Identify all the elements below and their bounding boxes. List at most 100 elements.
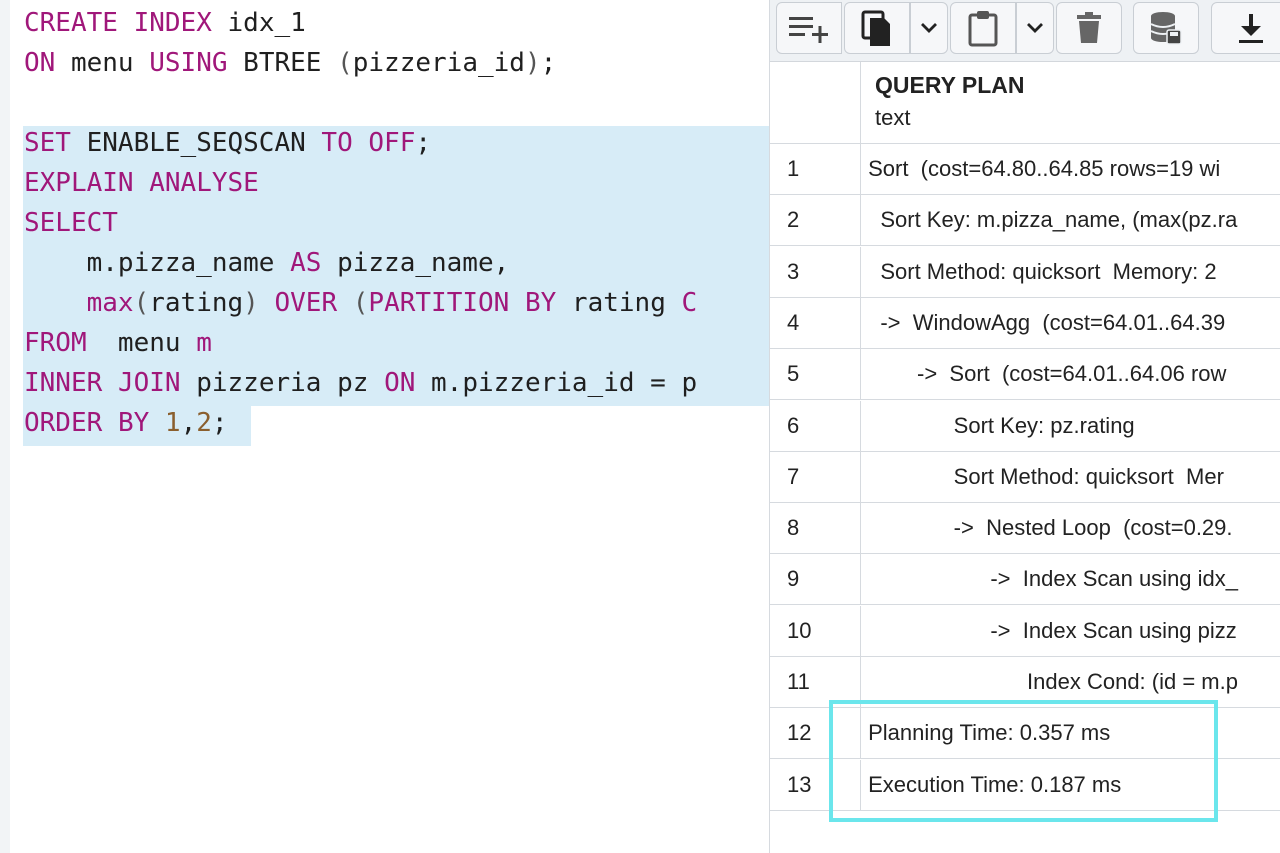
- paste-dropdown-button[interactable]: [1016, 2, 1054, 54]
- results-toolbar: [770, 0, 1280, 62]
- results-panel: QUERY PLAN text 1 Sort (cost=64.80..64.8…: [769, 0, 1280, 853]
- table-row[interactable]: 1 Sort (cost=64.80..64.85 rows=19 wi: [770, 144, 1280, 195]
- sql-token: ): [524, 48, 541, 78]
- row-number[interactable]: 4: [770, 297, 861, 348]
- row-number[interactable]: 9: [770, 554, 861, 605]
- sql-token: (: [352, 288, 369, 318]
- sql-number: 2: [196, 408, 212, 438]
- sql-keyword: max: [86, 288, 134, 318]
- row-number[interactable]: 8: [770, 503, 861, 554]
- sql-token: idx_1: [211, 8, 306, 38]
- query-plan-cell[interactable]: Sort Key: m.pizza_name, (max(pz.ra: [862, 195, 1280, 245]
- query-plan-cell[interactable]: Planning Time: 0.357 ms: [862, 708, 1280, 758]
- column-title[interactable]: QUERY PLAN: [875, 72, 1025, 99]
- row-number[interactable]: 1: [770, 144, 861, 194]
- delete-button[interactable]: [1056, 2, 1122, 54]
- sql-token: rating: [556, 288, 682, 318]
- query-plan-cell[interactable]: Sort Key: pz.rating: [862, 401, 1280, 451]
- code-line[interactable]: SET ENABLE_SEQSCAN TO OFF;: [24, 123, 431, 163]
- sql-editor[interactable]: CREATE INDEX idx_1 ON menu USING BTREE (p…: [0, 0, 769, 853]
- sql-token: menu: [55, 48, 150, 78]
- code-line[interactable]: max(rating) OVER (PARTITION BY rating C: [24, 283, 698, 323]
- sql-keyword: TO: [321, 128, 353, 158]
- database-save-icon: [1150, 12, 1182, 45]
- query-plan-cell[interactable]: -> Index Scan using pizz: [862, 606, 1280, 656]
- sql-token: BTREE: [227, 48, 338, 78]
- table-row[interactable]: 2 Sort Key: m.pizza_name, (max(pz.ra: [770, 195, 1280, 247]
- row-number[interactable]: 2: [770, 195, 861, 246]
- query-plan-cell[interactable]: Sort (cost=64.80..64.85 rows=19 wi: [862, 144, 1280, 194]
- sql-token: m.pizza_name: [24, 248, 291, 278]
- row-number-header[interactable]: [770, 62, 861, 144]
- sql-token: pizzeria pz: [180, 368, 385, 398]
- sql-token: rating: [149, 288, 244, 318]
- row-number[interactable]: 6: [770, 400, 861, 451]
- sql-token: menu: [86, 328, 197, 358]
- code-line[interactable]: CREATE INDEX idx_1: [24, 3, 306, 43]
- row-number[interactable]: 10: [770, 605, 861, 656]
- editor-gutter: [0, 0, 10, 853]
- row-number[interactable]: 7: [770, 451, 861, 502]
- sql-keyword: C: [681, 288, 698, 318]
- table-row[interactable]: 4 -> WindowAgg (cost=64.01..64.39: [770, 297, 1280, 349]
- paste-icon: [968, 11, 998, 47]
- table-row[interactable]: 11 Index Cond: (id = m.p: [770, 657, 1280, 708]
- sql-token: ;: [415, 128, 432, 158]
- sql-token: (: [337, 48, 353, 78]
- sql-keyword: BY: [117, 408, 150, 438]
- code-line[interactable]: SELECT: [24, 203, 118, 243]
- code-line[interactable]: INNER JOIN pizzeria pz ON m.pizzeria_id …: [24, 363, 697, 403]
- query-plan-cell[interactable]: -> WindowAgg (cost=64.01..64.39: [862, 298, 1280, 348]
- row-number[interactable]: 3: [770, 246, 861, 297]
- sql-keyword: BY: [524, 288, 557, 318]
- copy-dropdown-button[interactable]: [910, 2, 948, 54]
- copy-icon: [861, 10, 890, 46]
- code-line[interactable]: ORDER BY 1,2;: [24, 403, 228, 443]
- trash-icon: [1077, 12, 1101, 43]
- sql-token: ENABLE_SEQSCAN: [70, 128, 322, 158]
- sql-token: (: [133, 288, 150, 318]
- row-number[interactable]: 5: [770, 349, 861, 400]
- row-number[interactable]: 11: [770, 657, 861, 707]
- sql-token: ,: [180, 408, 197, 438]
- sql-keyword: USING: [149, 48, 228, 78]
- query-plan-cell[interactable]: -> Sort (cost=64.01..64.06 row: [862, 349, 1280, 399]
- code-line[interactable]: ON menu USING BTREE (pizzeria_id);: [24, 43, 556, 83]
- query-plan-cell[interactable]: -> Nested Loop (cost=0.29.: [862, 503, 1280, 553]
- query-plan-cell[interactable]: -> Index Scan using idx_: [862, 554, 1280, 604]
- table-row[interactable]: 7 Sort Method: quicksort Mer: [770, 451, 1280, 503]
- row-number[interactable]: 12: [770, 708, 861, 759]
- query-plan-cell[interactable]: Index Cond: (id = m.p: [862, 657, 1280, 707]
- code-line[interactable]: FROM menu m: [24, 323, 212, 363]
- sql-keyword: AS: [290, 248, 322, 278]
- table-row[interactable]: 6 Sort Key: pz.rating: [770, 400, 1280, 452]
- sql-keyword: ANALYSE: [149, 168, 259, 198]
- save-data-button[interactable]: [1133, 2, 1199, 54]
- table-row[interactable]: 13 Execution Time: 0.187 ms: [770, 759, 1280, 811]
- sql-token: pizza_name,: [321, 248, 510, 278]
- code-line[interactable]: m.pizza_name AS pizza_name,: [24, 243, 510, 283]
- download-button[interactable]: [1211, 2, 1280, 54]
- table-row[interactable]: 8 -> Nested Loop (cost=0.29.: [770, 503, 1280, 555]
- table-row[interactable]: 3 Sort Method: quicksort Memory: 2: [770, 246, 1280, 298]
- paste-button[interactable]: [950, 2, 1016, 54]
- add-row-button[interactable]: [776, 2, 842, 54]
- copy-button[interactable]: [844, 2, 910, 54]
- sql-token: ;: [211, 408, 228, 438]
- code-line[interactable]: EXPLAIN ANALYSE: [24, 163, 259, 203]
- table-row[interactable]: 12 Planning Time: 0.357 ms: [770, 708, 1280, 760]
- column-type: text: [875, 105, 911, 130]
- table-row[interactable]: 9 -> Index Scan using idx_: [770, 554, 1280, 606]
- query-plan-cell[interactable]: Execution Time: 0.187 ms: [862, 760, 1280, 810]
- table-row[interactable]: 5 -> Sort (cost=64.01..64.06 row: [770, 349, 1280, 401]
- table-row[interactable]: 10 -> Index Scan using pizz: [770, 605, 1280, 657]
- row-number[interactable]: 13: [770, 759, 861, 810]
- query-plan-cell[interactable]: Sort Method: quicksort Memory: 2: [862, 247, 1280, 297]
- query-plan-cell[interactable]: Sort Method: quicksort Mer: [862, 452, 1280, 502]
- sql-keyword: SELECT: [24, 208, 118, 238]
